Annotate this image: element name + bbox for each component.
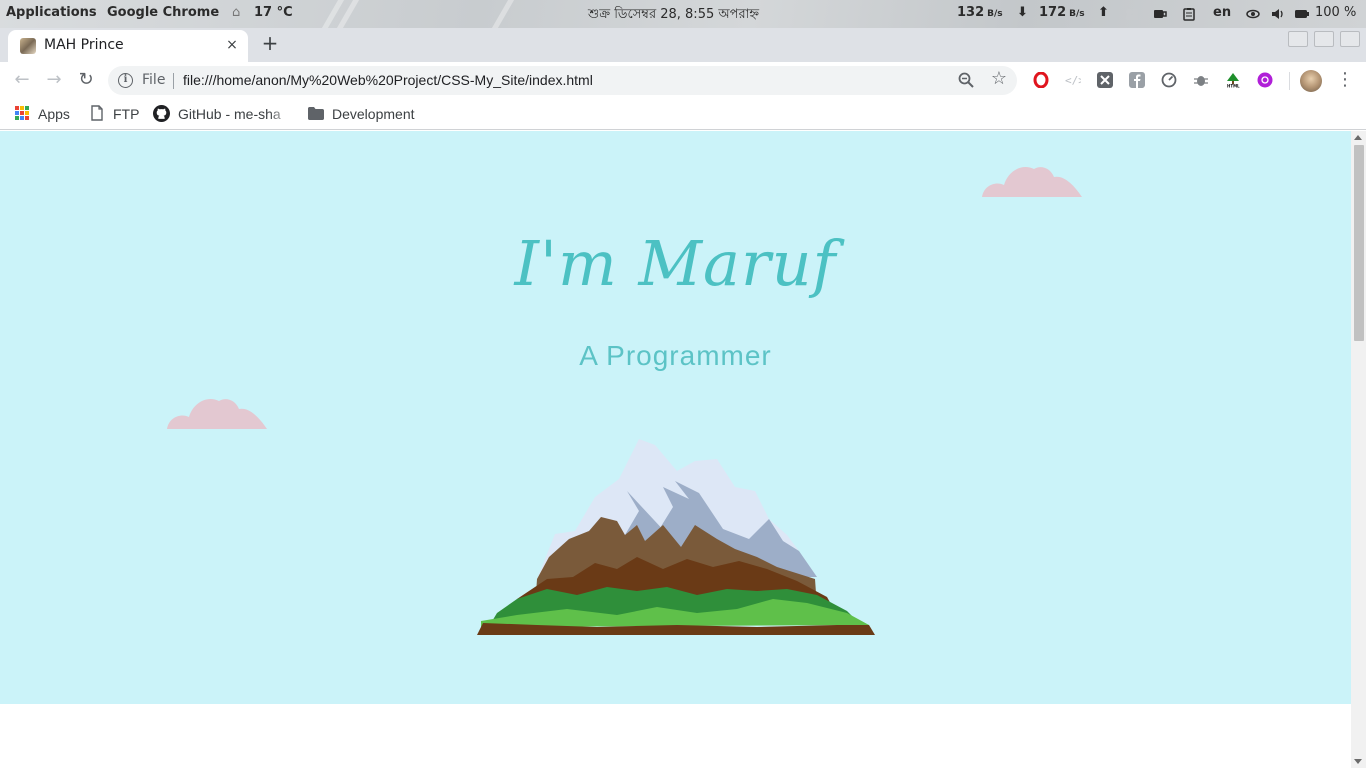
omnibox-divider: [173, 73, 174, 89]
github-icon: [153, 105, 170, 122]
tab-title: MAH Prince: [44, 37, 124, 53]
clipboard-icon[interactable]: [1182, 7, 1196, 21]
folder-icon: [308, 107, 324, 120]
weather-temp[interactable]: 17 °C: [254, 5, 293, 20]
download-arrow-icon: ⬇: [1017, 5, 1028, 20]
page-viewport: I'm Maruf A Programmer: [0, 131, 1351, 768]
svg-text:</>: </>: [1065, 74, 1081, 87]
zoom-icon[interactable]: [957, 71, 975, 89]
mountain-illustration: [477, 439, 875, 635]
reload-button[interactable]: ↻: [74, 68, 98, 92]
panel-wallpaper-stroke: [491, 0, 515, 28]
hero-subtitle: A Programmer: [579, 340, 772, 371]
active-app-menu[interactable]: Google Chrome: [107, 5, 219, 20]
toolbar-divider: [1289, 72, 1290, 90]
applications-menu[interactable]: Applications: [6, 5, 97, 20]
cloud-left: [167, 398, 267, 429]
group-icon[interactable]: [1125, 7, 1139, 21]
upload-arrow-icon: ⬆: [1098, 5, 1109, 20]
cloud-top-right: [982, 166, 1082, 197]
net-down-speed: 132 B/s: [957, 5, 1003, 20]
forward-button[interactable]: →: [42, 68, 66, 92]
bookmark-github[interactable]: GitHub - me-sha: [178, 104, 292, 124]
scheme-label: File: [142, 72, 166, 88]
scrollbar-thumb[interactable]: [1354, 145, 1364, 341]
minimize-button[interactable]: [1288, 31, 1308, 47]
facebook-extension-icon[interactable]: [1129, 72, 1145, 88]
close-window-button[interactable]: [1340, 31, 1360, 47]
coffee-cup-icon[interactable]: [1153, 7, 1167, 21]
hero-title: I'm Maruf: [514, 227, 837, 300]
scroll-up-arrow-icon[interactable]: [1354, 135, 1362, 140]
purple-circle-extension-icon[interactable]: [1257, 72, 1273, 88]
bug-extension-icon[interactable]: [1193, 72, 1209, 88]
chrome-menu-icon[interactable]: ⋮: [1336, 68, 1354, 92]
hero-section: I'm Maruf A Programmer: [0, 131, 1351, 704]
new-tab-button[interactable]: +: [258, 32, 282, 56]
tab-favicon: [20, 38, 36, 54]
profile-avatar[interactable]: [1300, 70, 1322, 92]
volume-icon[interactable]: [1271, 7, 1285, 21]
bookmark-ftp[interactable]: FTP: [113, 104, 139, 124]
page-icon: [91, 105, 103, 121]
tab-close-button[interactable]: ×: [224, 37, 240, 53]
page-scrollbar[interactable]: [1351, 131, 1366, 768]
bookmark-apps[interactable]: Apps: [38, 104, 70, 124]
speedometer-extension-icon[interactable]: [1161, 72, 1177, 88]
battery-icon[interactable]: [1295, 7, 1309, 21]
clock[interactable]: শুক্র ডিসেম্বর 28, 8:55 অপরাহ্ন: [588, 5, 759, 26]
opera-extension-icon[interactable]: [1033, 72, 1049, 88]
network-icon[interactable]: [1246, 7, 1260, 21]
weather-icon: ⌂: [232, 5, 241, 20]
tab-strip: MAH Prince × +: [0, 28, 1366, 62]
svg-text:HTML: HTML: [1227, 84, 1240, 89]
net-up-speed: 172 B/s: [1039, 5, 1085, 20]
info-icon[interactable]: i: [118, 73, 133, 88]
battery-percent[interactable]: 100 %: [1315, 5, 1356, 20]
scroll-down-arrow-icon[interactable]: [1354, 759, 1362, 764]
url-text[interactable]: file:///home/anon/My%20Web%20Project/CSS…: [183, 72, 593, 88]
address-bar[interactable]: i File file:///home/anon/My%20Web%20Proj…: [108, 66, 1017, 95]
html-tree-extension-icon[interactable]: HTML: [1225, 72, 1241, 88]
browser-toolbar: ← → ↻ i File file:///home/anon/My%20Web%…: [0, 62, 1366, 98]
code-extension-icon[interactable]: </>: [1065, 72, 1081, 88]
x-extension-icon[interactable]: [1097, 72, 1113, 88]
bookmark-star-icon[interactable]: ☆: [991, 69, 1007, 89]
tab-active[interactable]: MAH Prince ×: [8, 30, 248, 62]
system-top-panel: Applications Google Chrome ⌂ 17 °C শুক্র…: [0, 0, 1366, 28]
bookmark-development[interactable]: Development: [332, 104, 415, 124]
apps-grid-icon[interactable]: [15, 106, 29, 120]
back-button[interactable]: ←: [10, 68, 34, 92]
maximize-button[interactable]: [1314, 31, 1334, 47]
keyboard-language[interactable]: en: [1213, 5, 1231, 20]
